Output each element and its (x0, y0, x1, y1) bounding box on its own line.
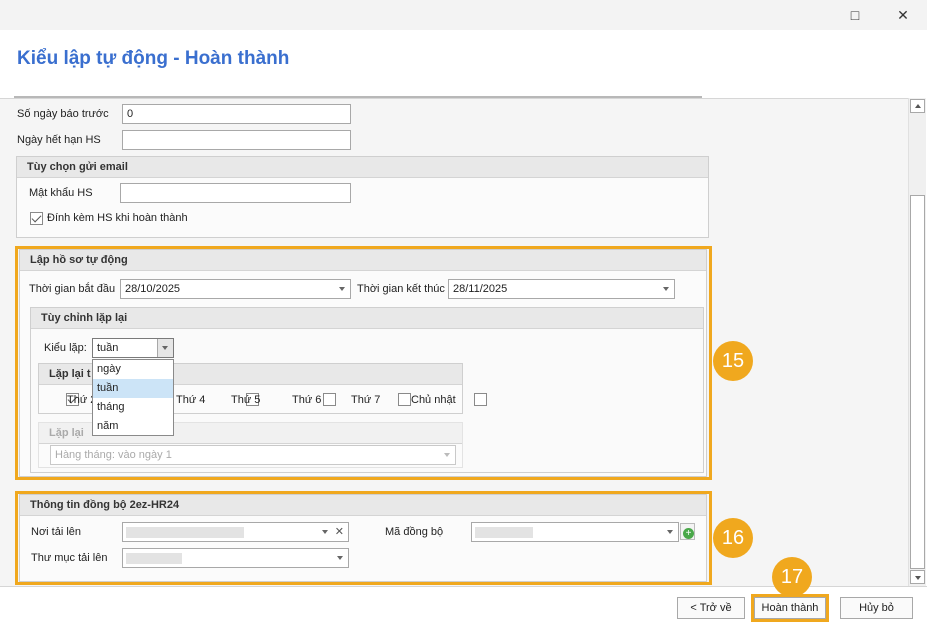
password-label: Mật khẩu HS (29, 187, 93, 199)
page-title: Kiểu lập tự động - Hoàn thành (17, 48, 290, 69)
divider (14, 96, 702, 98)
highlight-box-15 (15, 246, 712, 480)
group-title: Tùy chọn gửi email (17, 157, 708, 178)
notice-days-label: Số ngày báo trước (17, 108, 109, 120)
chevron-up-icon (915, 104, 921, 108)
back-button[interactable]: < Trở về (677, 597, 745, 619)
chevron-down-icon (915, 576, 921, 580)
scroll-thumb[interactable] (910, 195, 925, 569)
close-icon[interactable]: ✕ (891, 4, 915, 26)
step-badge-17: 17 (772, 557, 812, 597)
attach-label: Đính kèm HS khi hoàn thành (47, 212, 188, 224)
password-input[interactable] (120, 183, 351, 203)
expiry-input[interactable] (122, 130, 351, 150)
highlight-box-16 (15, 491, 712, 585)
highlight-box-17 (751, 594, 829, 622)
scroll-up-button[interactable] (910, 99, 925, 113)
notice-days-input[interactable]: 0 (122, 104, 351, 124)
step-badge-15: 15 (713, 341, 753, 381)
vertical-scrollbar[interactable] (908, 98, 926, 586)
attach-checkbox[interactable] (30, 212, 43, 225)
cancel-button[interactable]: Hủy bỏ (840, 597, 913, 619)
expiry-label: Ngày hết hạn HS (17, 134, 101, 146)
window-titlebar (0, 0, 927, 30)
step-badge-16: 16 (713, 518, 753, 558)
maximize-icon[interactable]: □ (843, 4, 867, 26)
scroll-down-button[interactable] (910, 570, 925, 584)
